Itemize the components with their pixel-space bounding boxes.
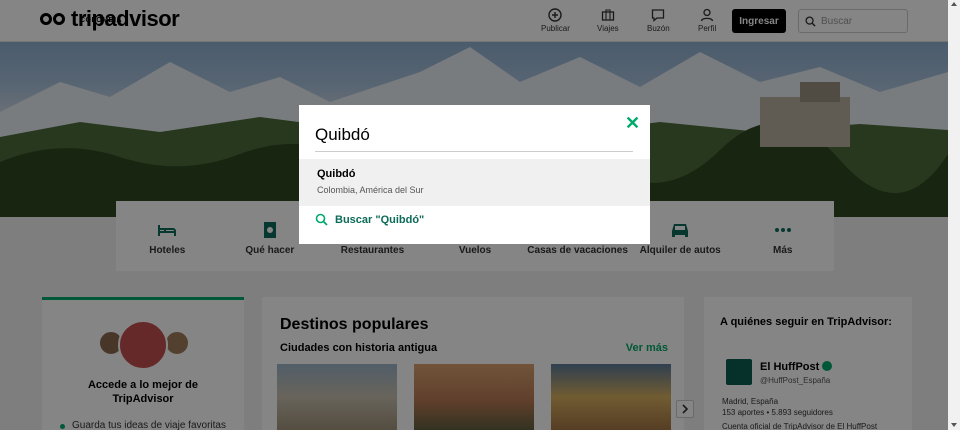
scroll-up-icon[interactable] bbox=[951, 2, 957, 6]
search-all-label: Buscar "Quibdó" bbox=[335, 213, 425, 226]
result-title: Quibdó bbox=[317, 168, 356, 180]
result-subtitle: Colombia, América del Sur bbox=[317, 185, 424, 195]
page-scrollbar[interactable] bbox=[948, 0, 960, 430]
search-all-button[interactable]: Buscar "Quibdó" bbox=[315, 213, 424, 226]
search-icon bbox=[315, 213, 328, 226]
close-icon[interactable]: ✕ bbox=[625, 114, 640, 132]
search-input-underline bbox=[315, 151, 633, 152]
search-query-input[interactable]: Quibdó bbox=[315, 125, 370, 145]
scroll-down-icon[interactable] bbox=[951, 423, 957, 427]
search-modal: Quibdó ✕ Quibdó Colombia, América del Su… bbox=[299, 105, 650, 244]
search-result-item[interactable]: Quibdó Colombia, América del Sur bbox=[299, 159, 650, 206]
